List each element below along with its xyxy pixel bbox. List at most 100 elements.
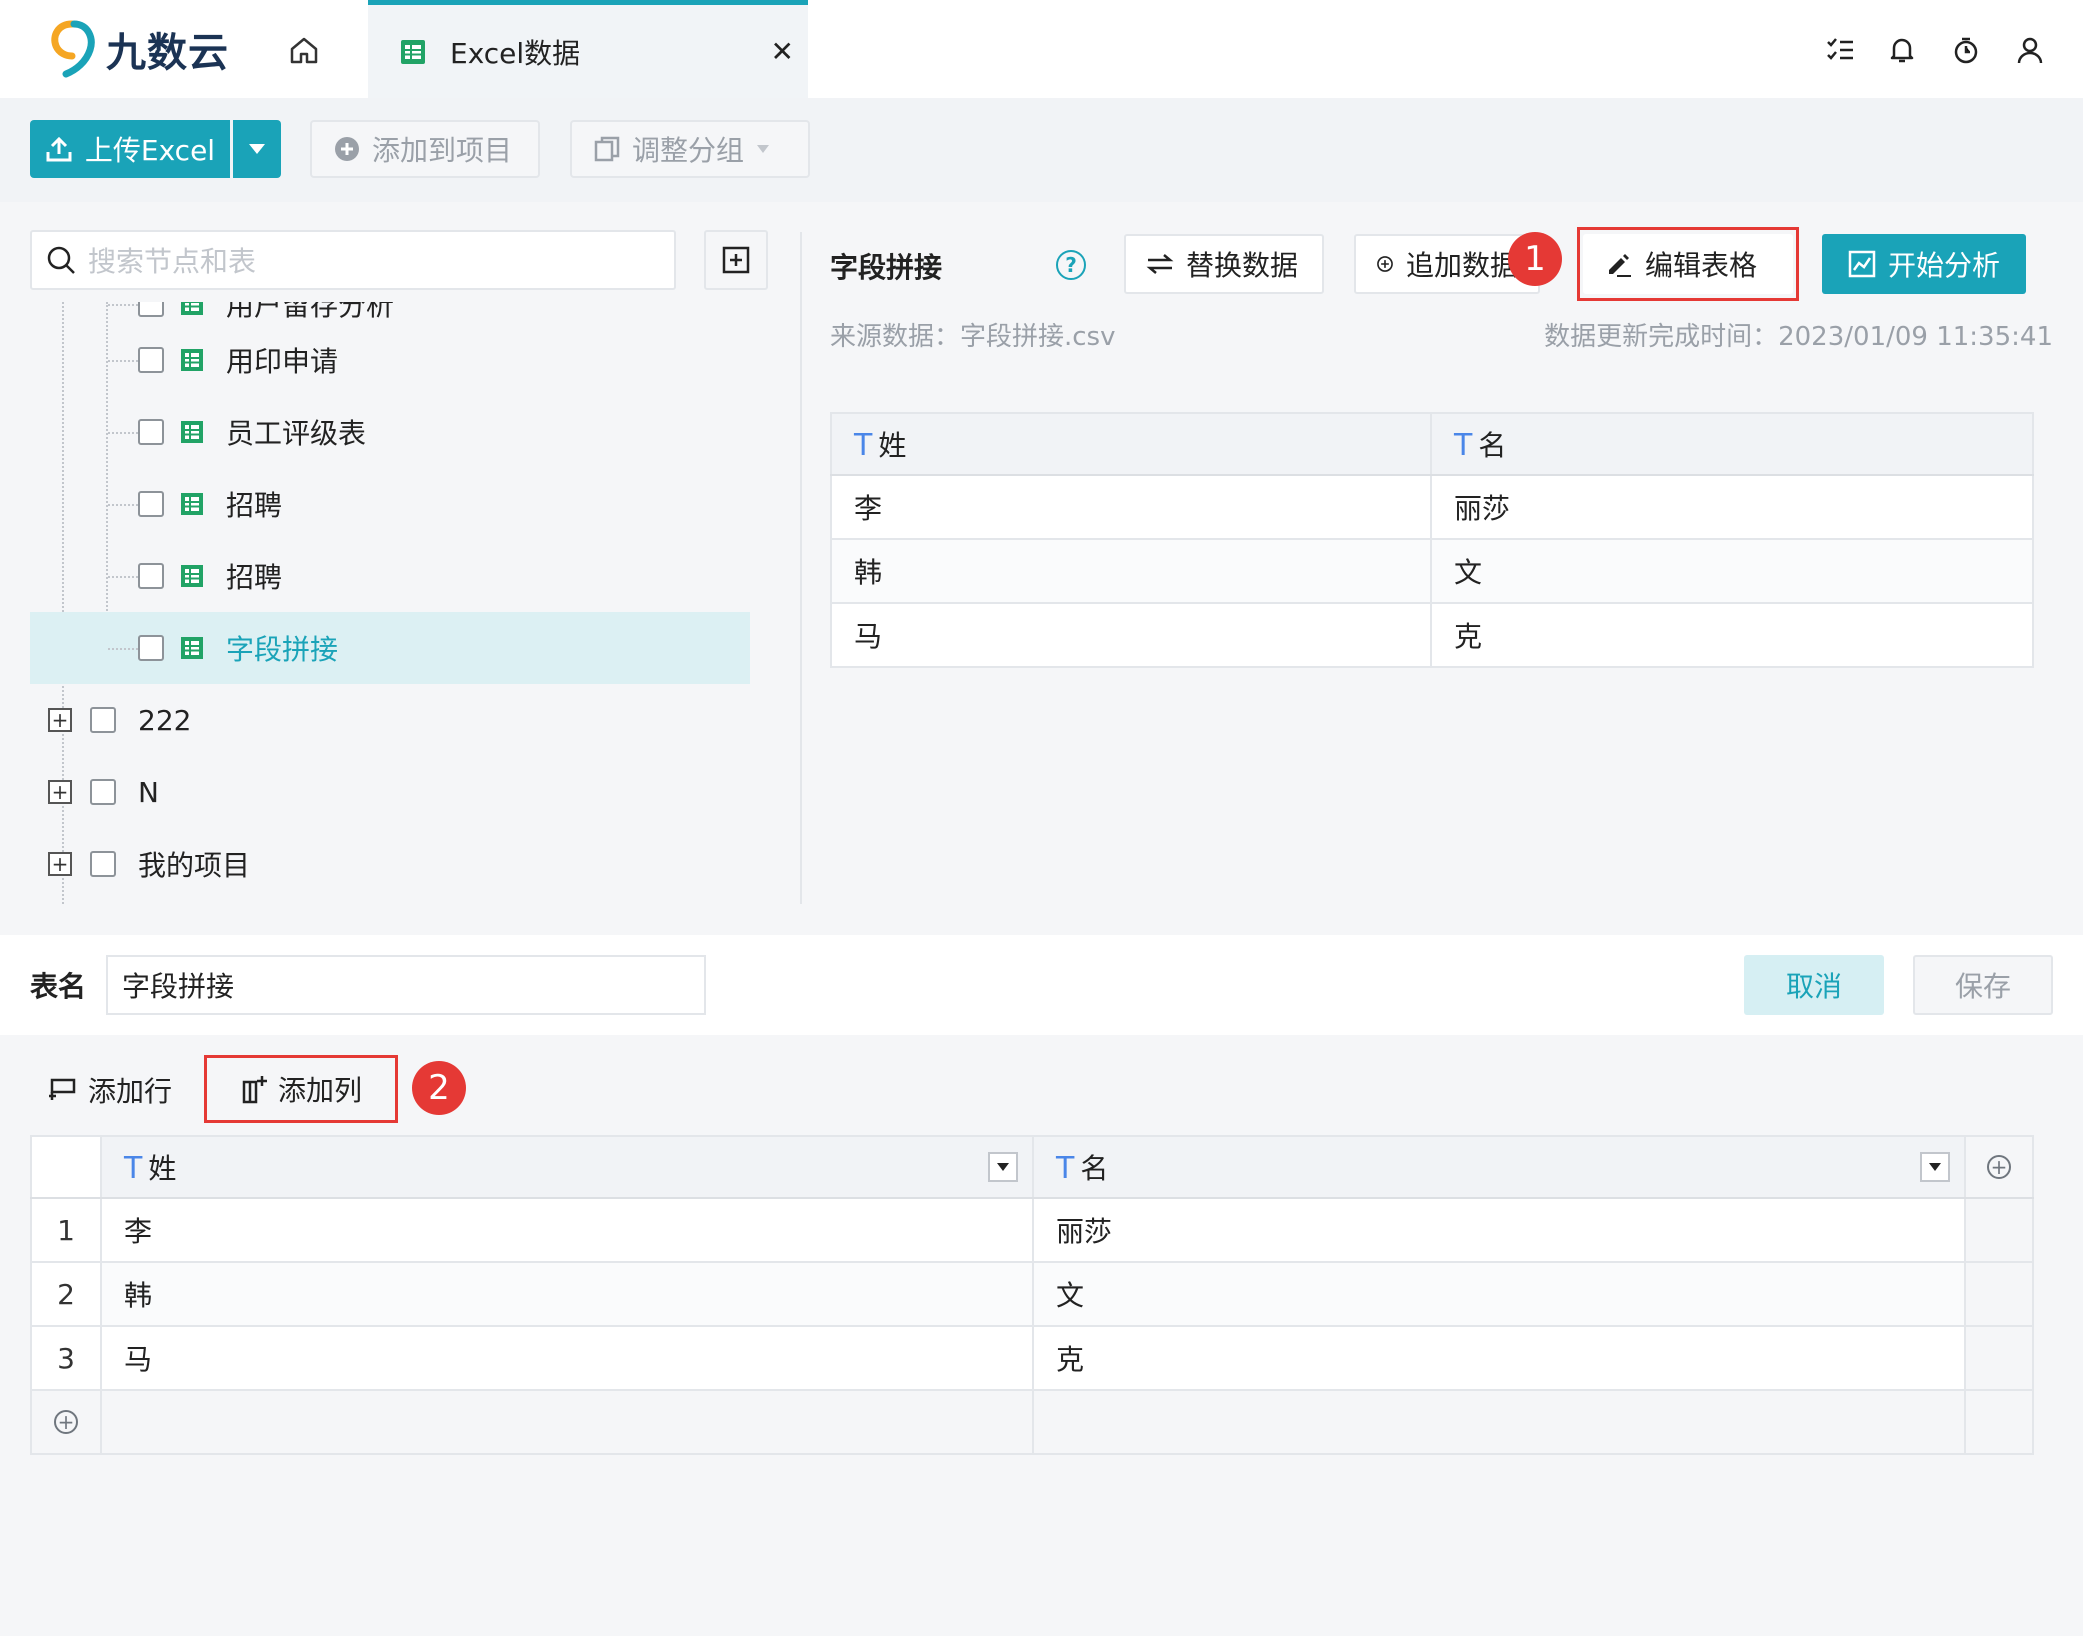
- checkbox[interactable]: [138, 347, 164, 373]
- table-cell[interactable]: 丽莎: [1033, 1198, 1966, 1263]
- tree-folder[interactable]: + N: [48, 756, 748, 828]
- upload-dropdown-button[interactable]: [233, 120, 281, 178]
- caret-down-icon: [249, 144, 265, 154]
- table-cell: 韩: [831, 539, 1432, 604]
- excel-icon: [181, 421, 203, 443]
- filler-cell: [1965, 1198, 2034, 1263]
- tree-item[interactable]: 招聘: [30, 540, 750, 612]
- excel-icon: [181, 565, 203, 587]
- list-icon[interactable]: [1820, 30, 1860, 70]
- table-header-row: T姓 T名 +: [31, 1136, 2034, 1199]
- upload-excel-label: 上传Excel: [84, 134, 216, 167]
- cancel-button[interactable]: 取消: [1744, 955, 1884, 1015]
- add-row-cell[interactable]: +: [31, 1390, 102, 1455]
- expand-icon[interactable]: +: [48, 852, 72, 876]
- checkbox[interactable]: [138, 419, 164, 445]
- table-row: 1 李 丽莎: [31, 1198, 2034, 1263]
- text-type-icon: T: [124, 1151, 143, 1186]
- edit-table-button[interactable]: 编辑表格: [1583, 234, 1793, 294]
- edit-header: 表名 字段拼接 取消 保存: [0, 935, 2083, 1035]
- chart-icon: [1848, 250, 1876, 278]
- table-cell[interactable]: 克: [1033, 1326, 1966, 1391]
- tree-item-label: 用户留存分析: [226, 302, 395, 322]
- row-number-header: [31, 1136, 102, 1199]
- start-analysis-button[interactable]: 开始分析: [1822, 234, 2026, 294]
- save-button[interactable]: 保存: [1913, 955, 2053, 1015]
- app-logo[interactable]: 九数云: [50, 20, 229, 78]
- checkbox[interactable]: [138, 635, 164, 661]
- replace-data-button[interactable]: 替换数据: [1124, 234, 1324, 294]
- plus-circle-icon[interactable]: +: [1987, 1155, 2011, 1179]
- row-number: 3: [31, 1326, 102, 1391]
- table-row: 3 马 克: [31, 1326, 2034, 1391]
- checkbox[interactable]: [138, 491, 164, 517]
- search-input[interactable]: 搜索节点和表: [30, 230, 676, 290]
- tree-folder[interactable]: + 222: [48, 684, 748, 756]
- table-cell[interactable]: 韩: [101, 1262, 1034, 1327]
- upload-excel-button[interactable]: 上传Excel: [30, 120, 230, 178]
- edit-body: 添加行 添加列 2 T姓 T名 + 1 李 丽莎 2 韩 文 3 马 克 +: [0, 1035, 2083, 1636]
- tree-folder[interactable]: + 我的项目: [48, 828, 748, 900]
- tree-item[interactable]: 员工评级表: [30, 396, 750, 468]
- table-cell[interactable]: 文: [1033, 1262, 1966, 1327]
- table-name-label: 表名: [30, 970, 87, 1003]
- table-title: 字段拼接: [830, 251, 943, 284]
- home-button[interactable]: [282, 30, 326, 70]
- column-menu-button[interactable]: [1920, 1152, 1950, 1182]
- column-header[interactable]: T名: [1033, 1136, 1966, 1199]
- append-data-label: 追加数据: [1405, 249, 1518, 282]
- edit-icon: [1609, 254, 1631, 277]
- checkbox[interactable]: [138, 302, 164, 317]
- add-row-label: 添加行: [88, 1075, 173, 1108]
- update-time-text: 数据更新完成时间：2023/01/09 11:35:41: [1544, 322, 2053, 352]
- close-icon[interactable]: ✕: [771, 35, 794, 68]
- tree-item[interactable]: 用印申请: [30, 324, 750, 396]
- table-name-input[interactable]: 字段拼接: [106, 955, 706, 1015]
- column-header[interactable]: T姓: [101, 1136, 1034, 1199]
- user-icon[interactable]: [2010, 30, 2050, 70]
- adjust-group-button[interactable]: 调整分组: [570, 120, 810, 178]
- edit-grid: T姓 T名 + 1 李 丽莎 2 韩 文 3 马 克 +: [30, 1135, 2034, 1455]
- empty-cell: [1033, 1390, 1966, 1455]
- add-column-label: 添加列: [277, 1074, 362, 1107]
- bell-icon[interactable]: [1882, 30, 1922, 70]
- tab-excel-data[interactable]: Excel数据 ✕: [368, 0, 808, 98]
- start-analysis-label: 开始分析: [1887, 249, 2000, 282]
- tree-item[interactable]: 招聘: [30, 468, 750, 540]
- filler-cell: [1965, 1326, 2034, 1391]
- filler-cell: [1965, 1262, 2034, 1327]
- table-cell[interactable]: 马: [101, 1326, 1034, 1391]
- add-column-button[interactable]: 添加列: [204, 1055, 398, 1123]
- column-header[interactable]: T姓: [831, 413, 1432, 476]
- table-cell: 克: [1431, 603, 2034, 668]
- add-column-cell[interactable]: +: [1965, 1136, 2034, 1199]
- column-menu-button[interactable]: [988, 1152, 1018, 1182]
- expand-icon[interactable]: +: [48, 708, 72, 732]
- table-cell[interactable]: 李: [101, 1198, 1034, 1263]
- excel-icon: [181, 493, 203, 515]
- plus-circle-icon: [335, 137, 359, 161]
- add-to-project-button[interactable]: 添加到项目: [310, 120, 540, 178]
- timer-icon[interactable]: [1946, 30, 1986, 70]
- table-row: 李 丽莎: [831, 475, 2034, 540]
- table-header-row: T姓 T名: [831, 413, 2034, 476]
- tree-item-selected[interactable]: 字段拼接: [30, 612, 750, 684]
- add-node-button[interactable]: [704, 230, 768, 290]
- add-row-button[interactable]: 添加行: [48, 1065, 172, 1115]
- logo-icon: [50, 20, 96, 78]
- column-header[interactable]: T名: [1431, 413, 2034, 476]
- tab-label: Excel数据: [450, 37, 581, 70]
- app-name: 九数云: [106, 30, 229, 76]
- help-icon[interactable]: ?: [1056, 250, 1086, 280]
- checkbox[interactable]: [138, 563, 164, 589]
- checkbox[interactable]: [90, 707, 116, 733]
- tree: 用户留存分析 用印申请 员工评级表 招聘 招聘 字段拼接 + 222 + N +…: [0, 302, 800, 904]
- table-cell: 马: [831, 603, 1432, 668]
- row-number: 2: [31, 1262, 102, 1327]
- edit-table-label: 编辑表格: [1645, 249, 1758, 282]
- checkbox[interactable]: [90, 779, 116, 805]
- text-type-icon: T: [854, 428, 873, 463]
- checkbox[interactable]: [90, 851, 116, 877]
- plus-circle-icon[interactable]: +: [54, 1410, 78, 1434]
- expand-icon[interactable]: +: [48, 780, 72, 804]
